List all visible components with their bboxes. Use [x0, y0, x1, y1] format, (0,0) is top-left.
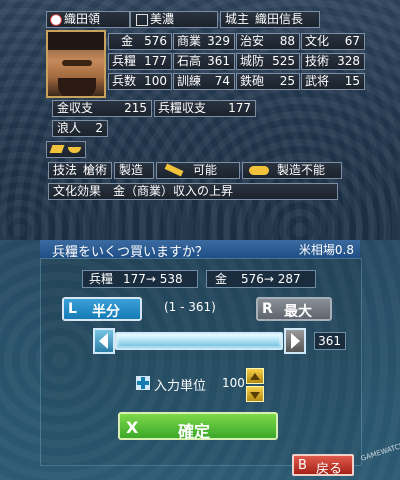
food-change: 兵糧 177→ 538 [82, 270, 198, 288]
fief-field: 織田領 [46, 11, 130, 28]
tool-icon [49, 145, 65, 153]
musket-icon [164, 163, 184, 177]
stat-generals: 武将 15 [301, 73, 365, 90]
lord-label: 城主 [225, 12, 250, 26]
gold-change: 金 576→ 287 [206, 270, 316, 288]
province-crest-icon [136, 14, 148, 26]
stat-commerce: 商業 329 [173, 33, 235, 50]
portrait-hair [48, 32, 104, 50]
portrait-brows [62, 60, 92, 66]
stat-tech: 技術 328 [301, 53, 365, 70]
portrait-beard [58, 78, 96, 96]
input-unit: 入力単位 100 [136, 374, 245, 394]
increase-button[interactable] [284, 328, 306, 354]
produce-can: 可能 [156, 162, 240, 179]
stat-yield: 石高 361 [173, 53, 235, 70]
right-arrow-icon [291, 333, 300, 349]
top-screen: 織田領 美濃 城主 織田信長 金 576 商業 329 治安 88 文化 67 兵糧 17… [0, 0, 400, 240]
stat-training: 訓練 74 [173, 73, 235, 90]
cannon-icon [249, 166, 269, 175]
unit-value: 100 [222, 376, 245, 390]
watermark: GAMEWATCH [359, 441, 400, 463]
province-name: 美濃 [150, 12, 175, 26]
up-arrow-icon [250, 373, 260, 380]
lord-portrait [46, 30, 106, 98]
confirm-button[interactable]: X 確定 [118, 412, 278, 441]
province-field: 美濃 [130, 11, 218, 28]
rice-rate: 米相場0.8 [298, 243, 354, 257]
stat-defense: 城防 525 [236, 53, 300, 70]
bottom-screen: 兵糧をいくつ買いますか？ 米相場0.8 兵糧 177→ 538 金 576→ 2… [0, 240, 400, 480]
b-key-icon: B [298, 458, 307, 473]
title-bar: 兵糧をいくつ買いますか？ 米相場0.8 [40, 240, 360, 260]
food-income: 兵糧収支 177 [154, 100, 256, 117]
stat-guns: 鉄砲 25 [236, 73, 300, 90]
range-text: (1 - 361) [164, 300, 216, 314]
decrease-button[interactable] [93, 328, 115, 354]
skill-field: 技法 槍術 [48, 162, 112, 179]
amount-slider[interactable] [115, 332, 283, 350]
bowl-icon [68, 147, 81, 153]
left-arrow-icon [99, 333, 108, 349]
slider-fill [119, 336, 279, 346]
lord-field: 城主 織田信長 [220, 11, 320, 28]
l-key-icon: L [68, 301, 77, 317]
facilities [46, 141, 86, 158]
half-button[interactable]: L 半分 [62, 297, 142, 321]
clan-crest-icon [50, 14, 62, 26]
stat-food: 兵糧 177 [108, 53, 172, 70]
down-arrow-icon [250, 392, 260, 399]
lord-name: 織田信長 [255, 12, 304, 26]
x-key-icon: X [126, 418, 139, 437]
r-key-icon: R [262, 301, 273, 317]
back-button[interactable]: B 戻る [292, 454, 354, 477]
ronin-count: 浪人 2 [52, 120, 108, 137]
stat-order: 治安 88 [236, 33, 300, 50]
max-button[interactable]: R 最大 [256, 297, 332, 321]
gold-income: 金収支 215 [52, 100, 152, 117]
dpad-icon [136, 376, 150, 390]
produce-cannot: 製造不能 [242, 162, 342, 179]
fief-name: 織田領 [64, 12, 101, 26]
stat-troops: 兵数 100 [108, 73, 172, 90]
amount-value: 361 [314, 332, 346, 350]
unit-down-button[interactable] [246, 386, 264, 402]
stat-gold: 金 576 [108, 33, 172, 50]
stat-culture: 文化 67 [301, 33, 365, 50]
culture-effect: 文化効果 金（商業）収入の上昇 [48, 183, 338, 200]
produce-label: 製造 [114, 162, 154, 179]
unit-up-button[interactable] [246, 368, 264, 384]
